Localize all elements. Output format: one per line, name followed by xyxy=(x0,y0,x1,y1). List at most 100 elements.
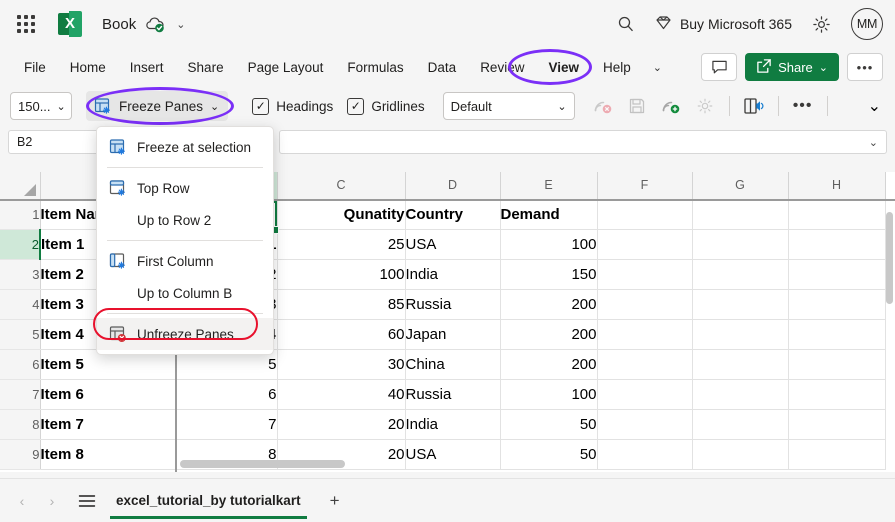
tab-share[interactable]: Share xyxy=(178,56,234,79)
select-all-corner[interactable] xyxy=(0,172,41,200)
cell-e8[interactable]: 50 xyxy=(500,409,598,440)
tab-file[interactable]: File xyxy=(14,56,56,79)
tab-formulas[interactable]: Formulas xyxy=(337,56,413,79)
cell-g8[interactable] xyxy=(692,409,789,440)
headings-toggle[interactable]: ✓ Headings xyxy=(252,97,333,115)
cell-f2[interactable] xyxy=(597,229,693,260)
toolbar-overflow-icon[interactable]: ••• xyxy=(789,92,817,120)
cell-h8[interactable] xyxy=(788,409,886,440)
cell-h6[interactable] xyxy=(788,349,886,380)
cell-d4[interactable]: Russia xyxy=(405,289,501,320)
column-header-d[interactable]: D xyxy=(405,172,501,200)
row-header-8[interactable]: 8 xyxy=(0,409,41,440)
cell-f9[interactable] xyxy=(597,439,693,470)
share-button[interactable]: Share ⌄ xyxy=(745,53,839,81)
row-header-6[interactable]: 6 xyxy=(0,349,41,380)
cell-c1[interactable]: Qunatity xyxy=(277,199,406,230)
workbook-title[interactable]: Book xyxy=(102,16,136,33)
cell-g9[interactable] xyxy=(692,439,789,470)
collapse-ribbon-caret[interactable]: ⌄ xyxy=(868,96,895,116)
comments-button[interactable] xyxy=(701,53,738,81)
cell-d2[interactable]: USA xyxy=(405,229,501,260)
user-avatar[interactable]: MM xyxy=(851,8,883,40)
more-ribbon-options-button[interactable]: ••• xyxy=(847,53,883,81)
row-header-7[interactable]: 7 xyxy=(0,379,41,410)
tab-review[interactable]: Review xyxy=(470,56,534,79)
row-header-3[interactable]: 3 xyxy=(0,259,41,290)
more-tabs-caret[interactable]: ⌄ xyxy=(645,57,670,78)
cell-c3[interactable]: 100 xyxy=(277,259,406,290)
cell-a9[interactable]: Item 8 xyxy=(40,439,176,470)
cell-g1[interactable] xyxy=(692,199,789,230)
formula-expand-caret[interactable]: ⌄ xyxy=(869,136,878,149)
row-header-9[interactable]: 9 xyxy=(0,439,41,470)
cell-d6[interactable]: China xyxy=(405,349,501,380)
cell-b7[interactable]: 6 xyxy=(175,379,278,410)
workbook-menu-caret[interactable]: ⌄ xyxy=(176,18,185,31)
cell-d3[interactable]: India xyxy=(405,259,501,290)
cell-g7[interactable] xyxy=(692,379,789,410)
cell-g2[interactable] xyxy=(692,229,789,260)
next-sheet-arrow[interactable]: › xyxy=(38,487,66,515)
row-header-4[interactable]: 4 xyxy=(0,289,41,320)
cell-h2[interactable] xyxy=(788,229,886,260)
cell-a8[interactable]: Item 7 xyxy=(40,409,176,440)
cell-g4[interactable] xyxy=(692,289,789,320)
cell-e7[interactable]: 100 xyxy=(500,379,598,410)
column-header-f[interactable]: F xyxy=(597,172,693,200)
cell-g5[interactable] xyxy=(692,319,789,350)
formula-input[interactable]: ⌄ xyxy=(279,130,887,154)
column-header-c[interactable]: C xyxy=(277,172,406,200)
freeze-panes-menu[interactable]: Freeze at selection Top Row Up to Row 2 xyxy=(96,126,274,355)
view-preset-select[interactable]: Default ⌄ xyxy=(442,92,575,120)
column-header-g[interactable]: G xyxy=(692,172,789,200)
cell-f3[interactable] xyxy=(597,259,693,290)
cell-c7[interactable]: 40 xyxy=(277,379,406,410)
cell-c6[interactable]: 30 xyxy=(277,349,406,380)
tab-help[interactable]: Help xyxy=(593,56,641,79)
tab-insert[interactable]: Insert xyxy=(120,56,174,79)
save-icon[interactable] xyxy=(623,92,651,120)
add-sheet-button[interactable]: + xyxy=(321,487,349,515)
menu-item-freeze-at-selection[interactable]: Freeze at selection xyxy=(97,131,273,163)
read-aloud-icon[interactable] xyxy=(740,92,768,120)
cell-f4[interactable] xyxy=(597,289,693,320)
cell-e1[interactable]: Demand xyxy=(500,199,598,230)
cell-f6[interactable] xyxy=(597,349,693,380)
previous-sheet-arrow[interactable]: ‹ xyxy=(8,487,36,515)
cell-f1[interactable] xyxy=(597,199,693,230)
cell-f7[interactable] xyxy=(597,379,693,410)
headings-checkbox[interactable]: ✓ xyxy=(252,97,270,115)
tab-view[interactable]: View xyxy=(538,56,589,79)
recording-settings-icon[interactable] xyxy=(691,92,719,120)
cell-d9[interactable]: USA xyxy=(405,439,501,470)
row-header-5[interactable]: 5 xyxy=(0,319,41,350)
all-sheets-icon[interactable] xyxy=(72,487,102,515)
sheet-tab[interactable]: excel_tutorial_by tutorialkart xyxy=(104,480,313,522)
cell-e5[interactable]: 200 xyxy=(500,319,598,350)
cell-a7[interactable]: Item 6 xyxy=(40,379,176,410)
tab-page-layout[interactable]: Page Layout xyxy=(238,56,334,79)
row-header-1[interactable]: 1 xyxy=(0,199,41,230)
cell-d1[interactable]: Country xyxy=(405,199,501,230)
gear-icon[interactable] xyxy=(802,8,841,40)
cell-e2[interactable]: 100 xyxy=(500,229,598,260)
gridlines-toggle[interactable]: ✓ Gridlines xyxy=(347,97,425,115)
menu-item-up-to-column-b[interactable]: Up to Column B xyxy=(97,277,273,309)
gridlines-checkbox[interactable]: ✓ xyxy=(347,97,365,115)
buy-microsoft-365-button[interactable]: Buy Microsoft 365 xyxy=(645,8,802,40)
column-header-e[interactable]: E xyxy=(500,172,598,200)
cell-e3[interactable]: 150 xyxy=(500,259,598,290)
app-launcher-icon[interactable] xyxy=(12,10,40,38)
start-recording-icon[interactable] xyxy=(657,92,685,120)
cell-h1[interactable] xyxy=(788,199,886,230)
stop-recording-icon[interactable] xyxy=(589,92,617,120)
menu-item-up-to-row-2[interactable]: Up to Row 2 xyxy=(97,204,273,236)
tab-home[interactable]: Home xyxy=(60,56,116,79)
freeze-panes-button[interactable]: Freeze Panes ⌄ xyxy=(86,91,229,121)
cell-e9[interactable]: 50 xyxy=(500,439,598,470)
zoom-select[interactable]: 150... ⌄ xyxy=(10,92,72,120)
cell-c4[interactable]: 85 xyxy=(277,289,406,320)
cell-h9[interactable] xyxy=(788,439,886,470)
cell-g3[interactable] xyxy=(692,259,789,290)
